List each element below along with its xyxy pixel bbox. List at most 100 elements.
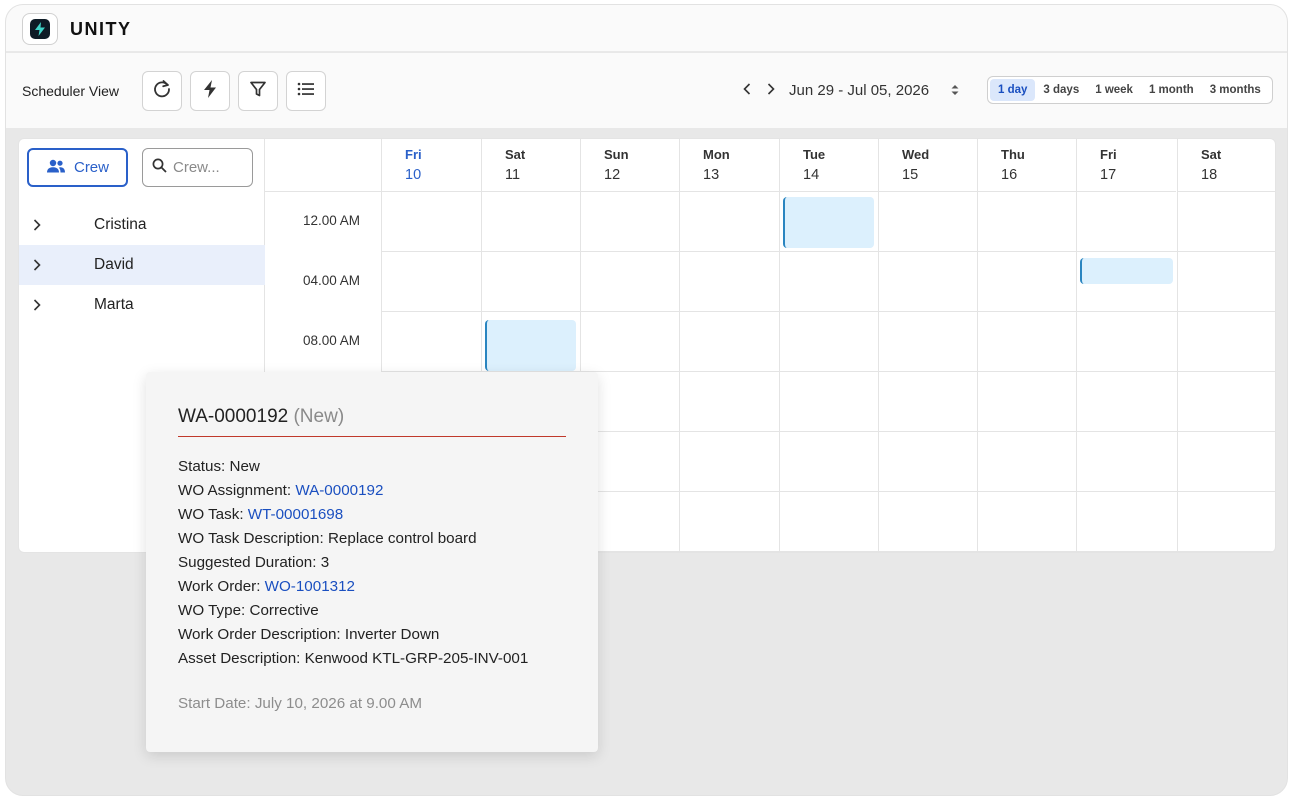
day-header[interactable]: Mon 13 [679, 139, 779, 192]
time-slot-cell[interactable] [1177, 192, 1275, 252]
time-slot-cell[interactable] [1076, 492, 1177, 552]
search-icon [152, 158, 167, 178]
work-assignment-event[interactable] [1080, 258, 1173, 284]
time-slot-cell[interactable] [878, 372, 977, 432]
time-slot-cell[interactable] [779, 372, 878, 432]
field-value: Inverter Down [344, 626, 440, 643]
chevron-right-icon[interactable] [33, 258, 41, 276]
time-slot-cell[interactable] [977, 192, 1076, 252]
crew-row-cristina[interactable]: Cristina [19, 205, 265, 245]
filter-button[interactable] [238, 71, 278, 111]
day-of-week: Tue [803, 147, 826, 162]
next-range-button[interactable] [763, 81, 779, 101]
time-slot-cell[interactable] [481, 252, 580, 312]
time-slot-cell[interactable] [580, 192, 679, 252]
work-assignment-event[interactable] [783, 197, 874, 248]
chevron-right-icon[interactable] [33, 218, 41, 236]
time-slot-cell[interactable] [481, 192, 580, 252]
field-label: Work Order Description: [178, 626, 341, 643]
field-label: Suggested Duration: [178, 554, 317, 571]
tooltip-start-date: Start Date: July 10, 2026 at 9.00 AM [178, 695, 422, 712]
time-slot-cell[interactable] [1177, 312, 1275, 372]
time-slot-cell[interactable] [679, 372, 779, 432]
time-slot-cell[interactable] [679, 192, 779, 252]
day-number: 14 [803, 167, 820, 183]
time-slot-cell[interactable] [977, 312, 1076, 372]
range-1-week[interactable]: 1 week [1087, 79, 1141, 101]
time-slot-cell[interactable] [1177, 252, 1275, 312]
range-selector: 1 day 3 days 1 week 1 month 3 months [987, 76, 1273, 104]
quick-action-button[interactable] [190, 71, 230, 111]
time-slot-cell[interactable] [878, 432, 977, 492]
time-slot-cell[interactable] [779, 492, 878, 552]
refresh-button[interactable] [142, 71, 182, 111]
field-label: Work Order: [178, 578, 261, 595]
range-1-month[interactable]: 1 month [1141, 79, 1202, 101]
day-header[interactable]: Sat 11 [481, 139, 581, 192]
time-slot-cell[interactable] [381, 252, 481, 312]
day-number: 11 [505, 167, 521, 183]
time-slot-cell[interactable] [1076, 192, 1177, 252]
crew-search[interactable] [142, 148, 253, 187]
time-slot-cell[interactable] [679, 492, 779, 552]
crew-search-input[interactable] [173, 159, 245, 176]
time-slot-cell[interactable] [1177, 432, 1275, 492]
time-slot-cell[interactable] [580, 252, 679, 312]
app-logo[interactable] [22, 13, 58, 45]
time-slot-cell[interactable] [977, 252, 1076, 312]
time-slot-cell[interactable] [1076, 372, 1177, 432]
work-assignment-event[interactable] [485, 320, 576, 371]
task-link[interactable]: WT-00001698 [248, 506, 343, 523]
time-slot-cell[interactable] [878, 312, 977, 372]
time-slot-cell[interactable] [1177, 372, 1275, 432]
crew-button[interactable]: Crew [27, 148, 128, 187]
field-label: WO Task Description: [178, 530, 324, 547]
crew-row-david[interactable]: David [19, 245, 265, 285]
sort-icon[interactable] [950, 83, 960, 102]
time-slot-cell[interactable] [580, 312, 679, 372]
day-number: 12 [604, 167, 621, 183]
time-slot-cell[interactable] [779, 252, 878, 312]
time-slot-cell[interactable] [679, 252, 779, 312]
range-3-days[interactable]: 3 days [1035, 79, 1087, 101]
crew-row-marta[interactable]: Marta [19, 285, 265, 325]
list-view-button[interactable] [286, 71, 326, 111]
time-slot-cell[interactable] [679, 312, 779, 372]
time-slot-cell[interactable] [679, 432, 779, 492]
day-header[interactable]: Fri 17 [1076, 139, 1176, 192]
chevron-right-icon[interactable] [33, 298, 41, 316]
crew-name: Marta [94, 296, 134, 313]
time-slot-cell[interactable] [1076, 432, 1177, 492]
time-slot-cell[interactable] [1076, 312, 1177, 372]
assignment-link[interactable]: WA-0000192 [295, 482, 383, 499]
time-slot-cell[interactable] [878, 492, 977, 552]
tooltip-status: Status: New [178, 455, 566, 479]
time-slot-cell[interactable] [977, 432, 1076, 492]
day-header[interactable]: Thu 16 [977, 139, 1077, 192]
day-header[interactable]: Tue 14 [779, 139, 879, 192]
time-slot-cell[interactable] [878, 192, 977, 252]
time-slot-cell[interactable] [977, 492, 1076, 552]
day-header[interactable]: Wed 15 [878, 139, 978, 192]
time-slot-cell[interactable] [977, 372, 1076, 432]
time-slot-cell[interactable] [779, 312, 878, 372]
day-header[interactable]: Sun 12 [580, 139, 680, 192]
range-3-months[interactable]: 3 months [1202, 79, 1269, 101]
work-order-link[interactable]: WO-1001312 [265, 578, 355, 595]
day-of-week: Fri [1100, 147, 1117, 162]
day-header[interactable]: Fri 10 [381, 139, 481, 192]
time-slot-cell[interactable] [381, 312, 481, 372]
time-slot-cell[interactable] [1177, 492, 1275, 552]
time-label: 08.00 AM [302, 333, 360, 348]
previous-range-button[interactable] [739, 81, 755, 101]
range-1-day[interactable]: 1 day [990, 79, 1036, 101]
tooltip-assignment: WO Assignment: WA-0000192 [178, 479, 566, 503]
date-range-label[interactable]: Jun 29 - Jul 05, 2026 [789, 82, 929, 99]
day-number: 13 [703, 167, 720, 183]
time-slot-cell[interactable] [779, 432, 878, 492]
day-header[interactable]: Sat 18 [1177, 139, 1275, 192]
crew-name: David [94, 256, 134, 273]
time-slot-cell[interactable] [878, 252, 977, 312]
chevron-right-icon [767, 82, 775, 100]
time-slot-cell[interactable] [381, 192, 481, 252]
